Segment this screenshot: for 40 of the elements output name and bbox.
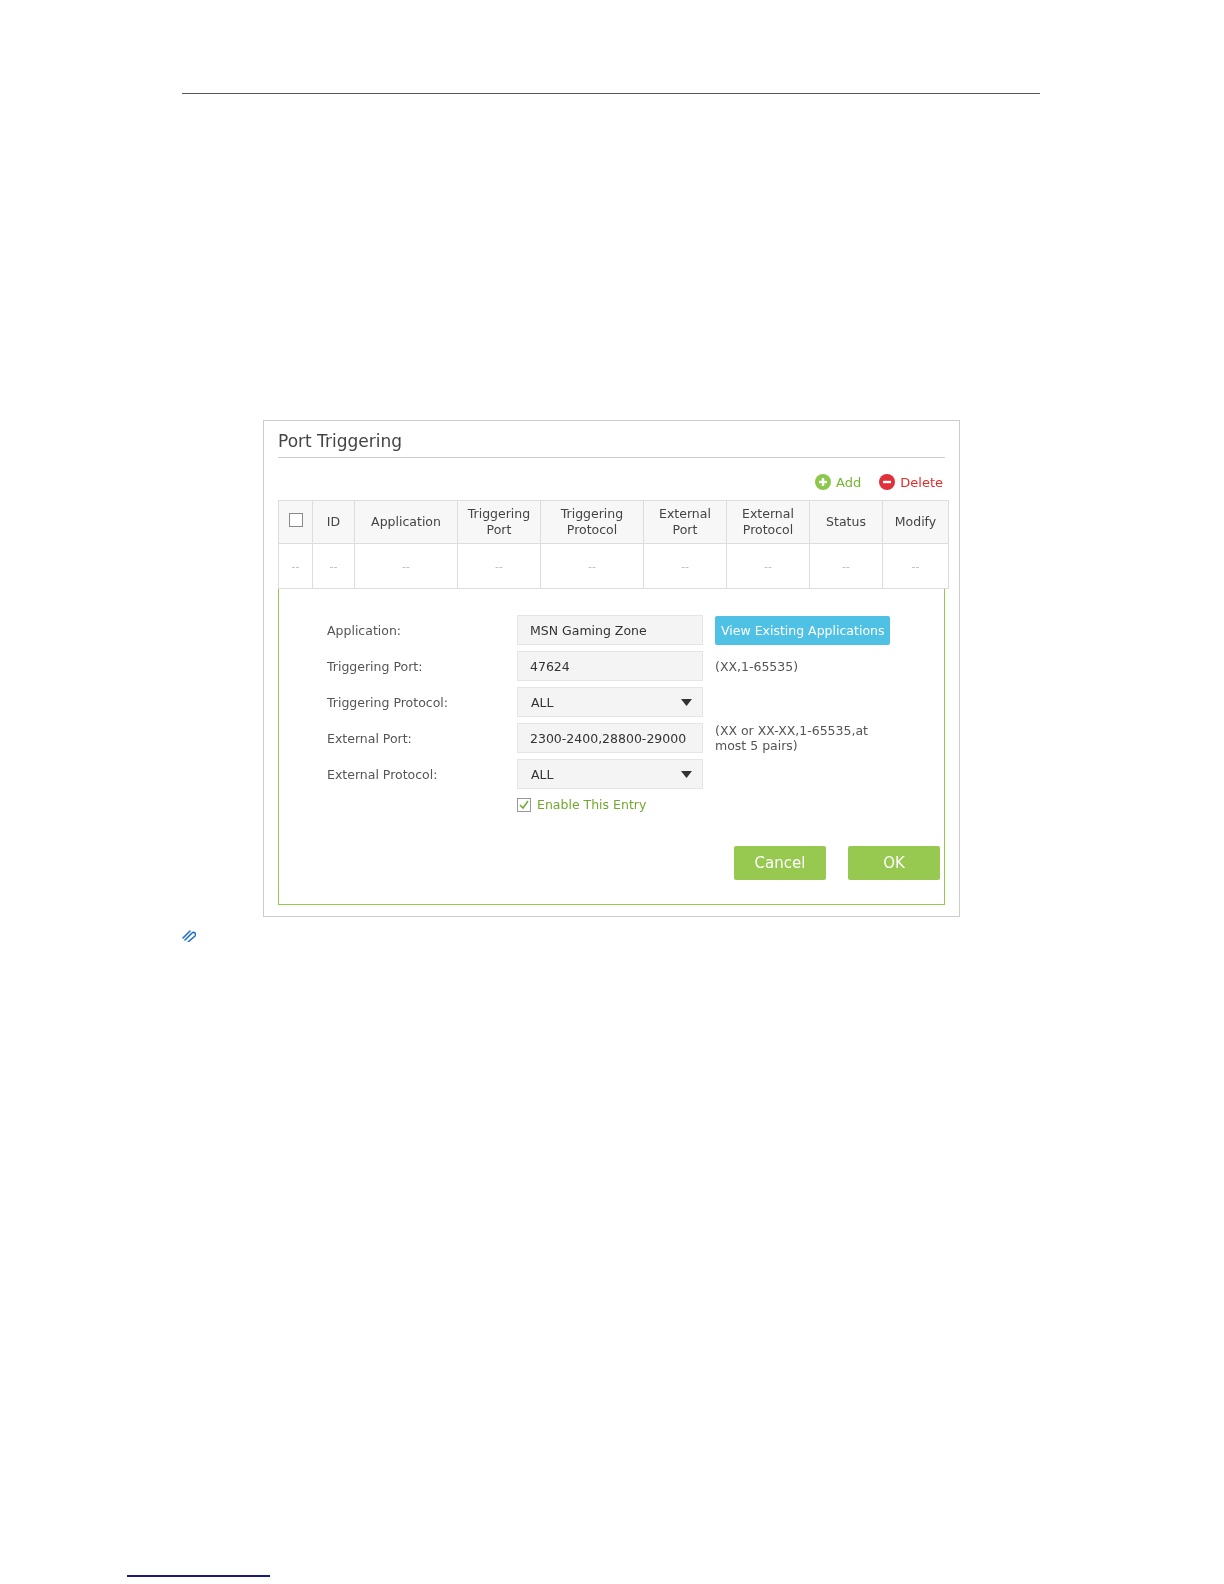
input-field[interactable]: MSN Gaming Zone (517, 615, 703, 645)
check-icon (519, 799, 529, 810)
column-header: Modify (882, 500, 949, 544)
select-all-checkbox[interactable] (288, 513, 303, 527)
column-header: ID (312, 500, 355, 544)
table-cell: -- (726, 543, 810, 589)
delete-link[interactable]: Delete (879, 474, 943, 490)
enable-checkbox[interactable] (517, 797, 531, 812)
table-cell: -- (354, 543, 458, 589)
field-label: Triggering Port: (327, 658, 424, 674)
minus-circle-icon (879, 474, 896, 490)
column-header: Triggering Protocol (540, 500, 644, 544)
protocol-dropdown[interactable]: ALL (517, 759, 703, 789)
input-field[interactable]: 2300-2400,28800-29000 (517, 723, 703, 753)
checkbox-label: Enable This Entry (537, 797, 647, 812)
table-cell: -- (643, 543, 727, 589)
input-field[interactable]: 47624 (517, 651, 703, 681)
field-label: Triggering Protocol: (327, 694, 449, 710)
table-cell: -- (809, 543, 883, 589)
column-header: External Protocol (726, 500, 810, 544)
panel-title: Port Triggering (278, 431, 945, 458)
protocol-dropdown[interactable]: ALL (517, 687, 703, 717)
column-header: External Port (643, 500, 727, 544)
field-label: Application: (327, 622, 403, 638)
field-label: External Port: (327, 730, 413, 746)
paperclip-icon (182, 930, 196, 942)
column-header: Status (809, 500, 883, 544)
plus-circle-icon (815, 474, 832, 490)
field-hint: (XX,1-65535) (715, 658, 800, 674)
dropdown-caret-icon (681, 770, 692, 778)
table-cell: -- (540, 543, 644, 589)
column-header: Triggering Port (457, 500, 541, 544)
column-header: Application (354, 500, 458, 544)
field-hint: (XX or XX-XX,1-65535,at most 5 pairs) (715, 723, 869, 753)
dropdown-caret-icon (681, 698, 692, 706)
table-cell: -- (882, 543, 949, 589)
table-cell: -- (312, 543, 355, 589)
field-label: External Protocol: (327, 766, 439, 782)
table-cell: -- (457, 543, 541, 589)
table-cell: -- (278, 543, 313, 589)
